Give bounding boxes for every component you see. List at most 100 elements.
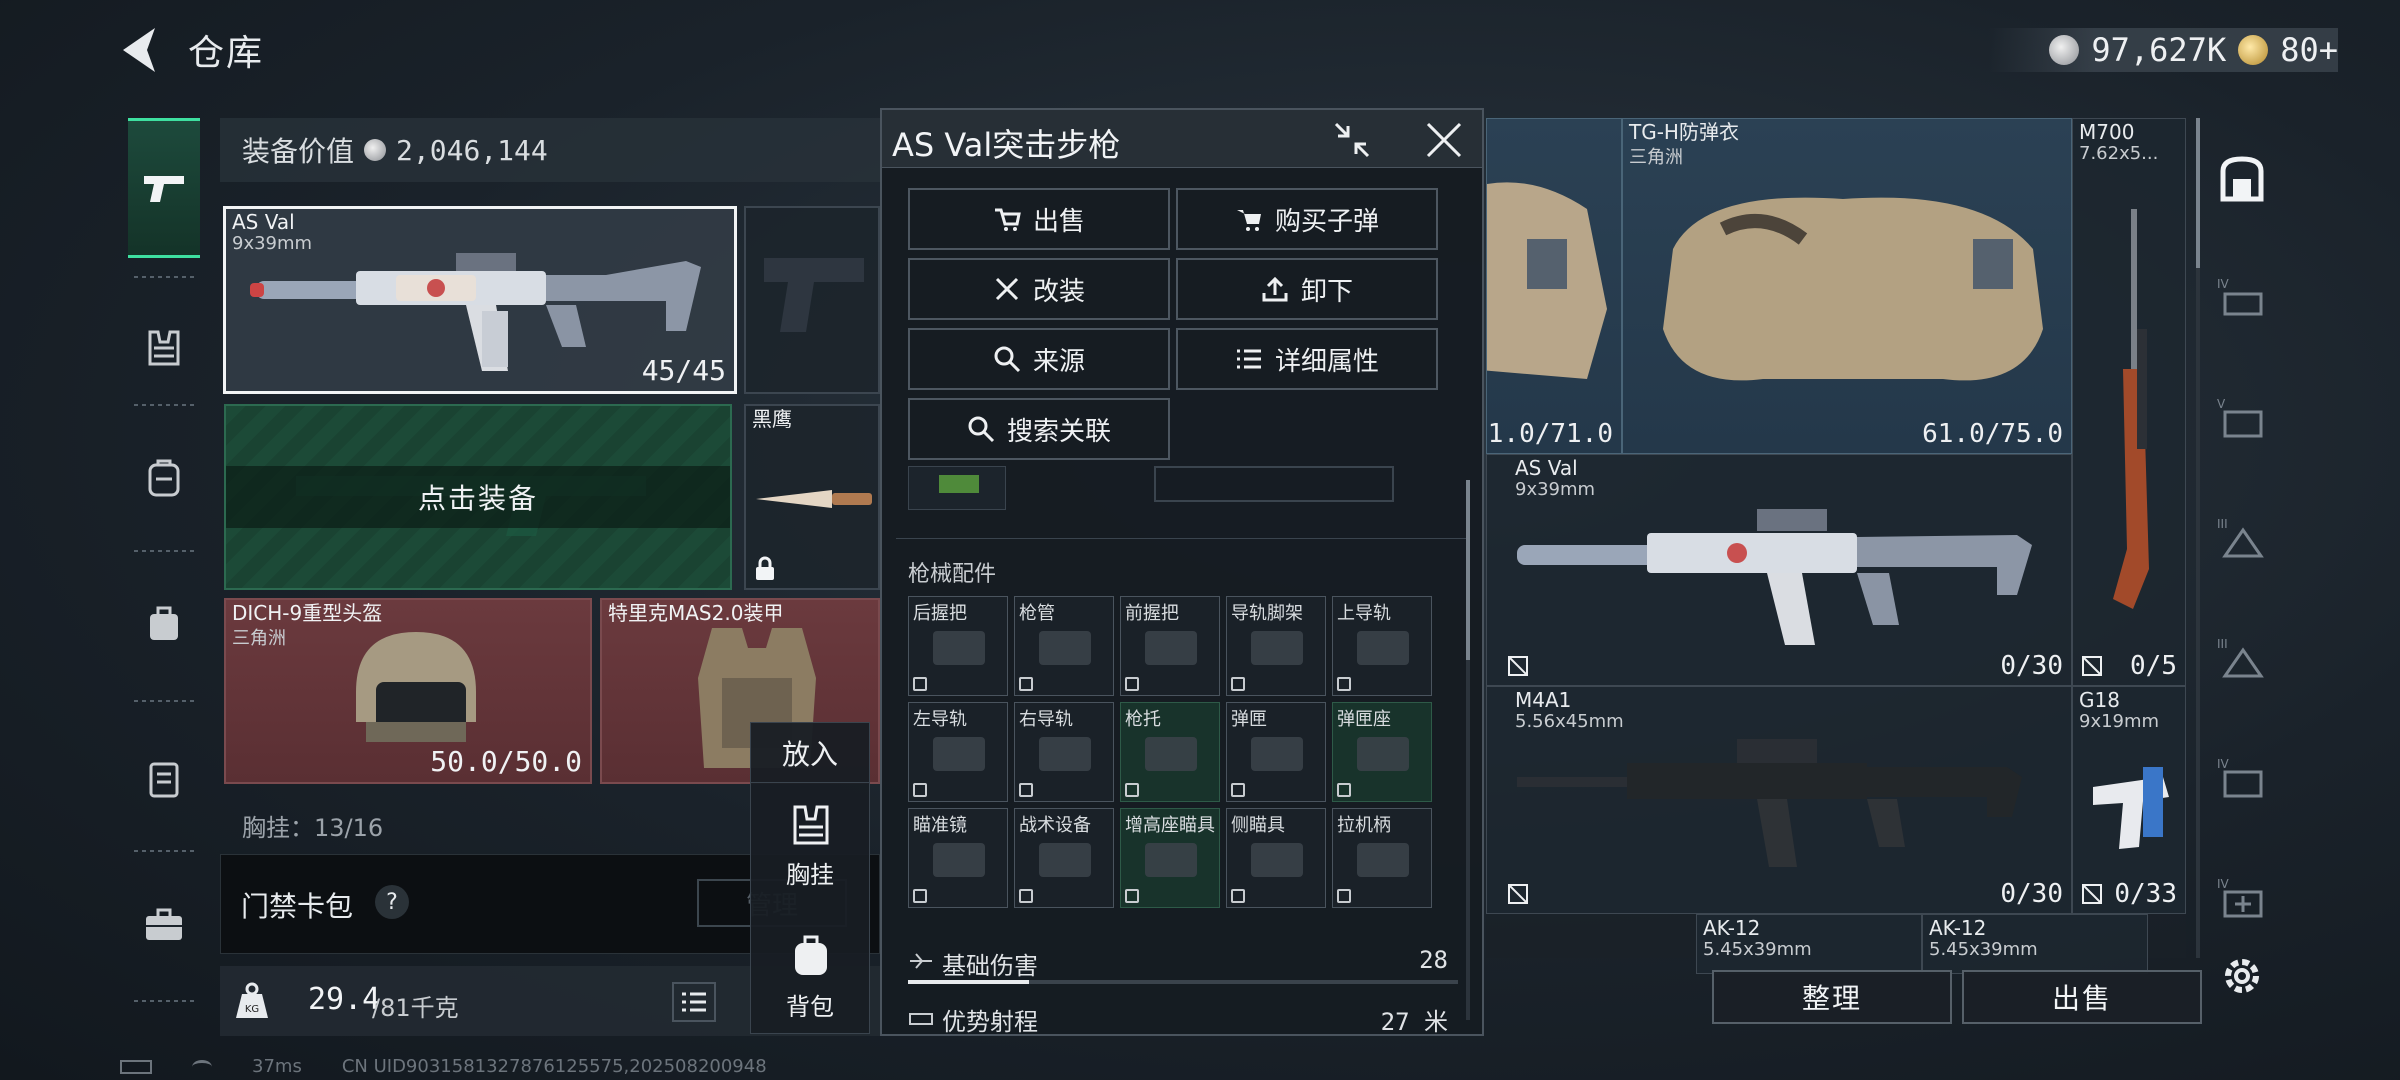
- put-in-chest-rig[interactable]: 胸挂: [751, 803, 869, 903]
- rail-case-v[interactable]: V: [2214, 390, 2270, 446]
- rail-case-iii-b[interactable]: III: [2214, 630, 2270, 686]
- secondary-weapon-slot[interactable]: 点击装备: [224, 404, 732, 590]
- m4a1-rifle-image: [1517, 739, 2022, 867]
- back-button[interactable]: [115, 22, 165, 78]
- modal-scrollbar[interactable]: [1466, 480, 1470, 1020]
- sell-button[interactable]: 出售: [908, 188, 1170, 250]
- stash-item-ak12[interactable]: AK-12 5.45x39mm: [1922, 914, 2148, 974]
- helmet-slot[interactable]: DICH-9重型头盔 三角洲 50.0/50.0: [224, 598, 592, 784]
- attachment-slot[interactable]: 弹匣: [1226, 702, 1326, 802]
- attachment-part-icon: [1039, 843, 1091, 877]
- buy-ammo-inline-button[interactable]: [1154, 466, 1394, 502]
- attachment-slot[interactable]: 前握把: [1120, 596, 1220, 696]
- ammo-thumbnail: [908, 466, 1006, 510]
- attachment-part-icon: [1145, 737, 1197, 771]
- attachment-slot[interactable]: 枪托: [1120, 702, 1220, 802]
- v-case-icon: V: [2217, 397, 2263, 438]
- silver-amount: 97,627K: [2091, 31, 2227, 69]
- attachment-slot-label: 左导轨: [913, 709, 967, 730]
- melee-slot[interactable]: 黑鹰: [744, 404, 880, 590]
- iv-case-icon: IV: [2217, 757, 2263, 798]
- stash-item-m700[interactable]: M700 7.62x5... 0/5: [2072, 118, 2186, 686]
- stash-item-as-val[interactable]: AS Val 9x39mm 0/30: [1486, 454, 2072, 686]
- attachment-slot[interactable]: 左导轨: [908, 702, 1008, 802]
- attachment-slot[interactable]: 上导轨: [1332, 596, 1432, 696]
- attachment-slot[interactable]: 枪管: [1014, 596, 1114, 696]
- stash-item-value: 0/30: [2000, 651, 2063, 681]
- tab-backpack[interactable]: [128, 408, 200, 548]
- sell-label: 出售: [1032, 206, 1085, 237]
- stash-item-g18[interactable]: G18 9x19mm 0/33: [2072, 686, 2186, 914]
- chest-rig-icon: [793, 805, 829, 845]
- attachment-part-icon: [933, 737, 985, 771]
- detail-attributes-button[interactable]: 详细属性: [1176, 328, 1438, 390]
- search-related-label: 搜索关联: [1006, 416, 1111, 447]
- list-view-button[interactable]: [672, 982, 716, 1022]
- search-icon: [968, 416, 995, 443]
- sort-button[interactable]: 整理: [1712, 970, 1952, 1024]
- attachment-slot[interactable]: 侧瞄具: [1226, 808, 1326, 908]
- help-icon[interactable]: ?: [375, 885, 409, 919]
- stash-item-name: TG-H防弹衣: [1629, 120, 1739, 144]
- tab-pouch[interactable]: [128, 554, 200, 694]
- collapse-button[interactable]: [1332, 120, 1372, 160]
- attachment-part-icon: [1357, 631, 1409, 665]
- settings-button[interactable]: [2218, 952, 2266, 1000]
- rail-case-iii[interactable]: III: [2214, 510, 2270, 566]
- stash-item-m4a1[interactable]: M4A1 5.56x45mm 0/30: [1486, 686, 2072, 914]
- stash-item-armor[interactable]: 71.0/71.0: [1486, 118, 1622, 454]
- chest-rig-icon: [148, 330, 180, 366]
- buy-ammo-label: 购买子弹: [1274, 206, 1379, 237]
- tab-toolbox[interactable]: [128, 854, 200, 994]
- tab-weapons[interactable]: [128, 118, 200, 258]
- attachment-slot-label: 战术设备: [1019, 815, 1091, 836]
- attachment-slot[interactable]: 拉机柄: [1332, 808, 1432, 908]
- click-to-equip-label: 点击装备: [226, 466, 730, 528]
- attachment-slot-label: 拉机柄: [1337, 815, 1391, 836]
- attachment-part-icon: [1145, 843, 1197, 877]
- source-button[interactable]: 来源: [908, 328, 1170, 390]
- tab-chest-rig[interactable]: [128, 278, 200, 418]
- detail-attributes-label: 详细属性: [1274, 346, 1379, 377]
- case-icon: [149, 762, 179, 798]
- secondary-weapon-ghost-slot[interactable]: [744, 206, 880, 394]
- stash-item-ak12[interactable]: AK-12 5.45x39mm: [1696, 914, 1922, 974]
- attachment-slot[interactable]: 后握把: [908, 596, 1008, 696]
- gear-icon: [2225, 959, 2259, 993]
- buy-ammo-button[interactable]: 购买子弹: [1176, 188, 1438, 250]
- damage-icon: [910, 953, 932, 969]
- put-in-backpack[interactable]: 背包: [751, 933, 869, 1033]
- unload-button[interactable]: 卸下: [1176, 258, 1438, 320]
- sell-all-button[interactable]: 出售: [1962, 970, 2202, 1024]
- backpack-icon: [148, 459, 180, 497]
- weight-current: 29.4: [308, 982, 381, 1017]
- rail-medkit-iv[interactable]: IV: [2214, 870, 2270, 926]
- primary-weapon-slot[interactable]: AS Val 9x39mm 45/45: [223, 206, 737, 394]
- tab-case[interactable]: [128, 708, 200, 848]
- rail-chest-rig[interactable]: IV: [2214, 270, 2270, 326]
- stash-item-tgh-armor[interactable]: TG-H防弹衣 三角洲 61.0/75.0: [1622, 118, 2072, 454]
- slot-corner-icon: [1125, 783, 1139, 797]
- attachment-slot[interactable]: 右导轨: [1014, 702, 1114, 802]
- stat-effective-range: 优势射程 27 米: [908, 1000, 1458, 1040]
- page-title: 仓库: [188, 33, 265, 74]
- stash-item-value: 0/33: [2114, 879, 2177, 909]
- attachment-slot[interactable]: 弹匣座: [1332, 702, 1432, 802]
- put-in-title: 放入: [751, 723, 869, 783]
- slot-corner-icon: [1337, 783, 1351, 797]
- attachment-slot[interactable]: 导轨脚架: [1226, 596, 1326, 696]
- attachment-slot[interactable]: 瞄准镜: [908, 808, 1008, 908]
- slot-corner-icon: [1231, 783, 1245, 797]
- close-button[interactable]: [1422, 118, 1466, 162]
- attachment-slot[interactable]: 战术设备: [1014, 808, 1114, 908]
- modal-title: AS Val突击步枪: [892, 126, 1121, 164]
- rail-case-iv[interactable]: IV: [2214, 750, 2270, 806]
- rail-backpack[interactable]: [2214, 150, 2270, 206]
- attachment-slot-label: 枪托: [1125, 709, 1161, 730]
- attachment-part-icon: [1039, 737, 1091, 771]
- attachment-slot[interactable]: 增高座瞄具: [1120, 808, 1220, 908]
- search-related-button[interactable]: 搜索关联: [908, 398, 1170, 460]
- attachment-slot-label: 右导轨: [1019, 709, 1073, 730]
- category-rail: [120, 108, 210, 1008]
- modify-button[interactable]: 改装: [908, 258, 1170, 320]
